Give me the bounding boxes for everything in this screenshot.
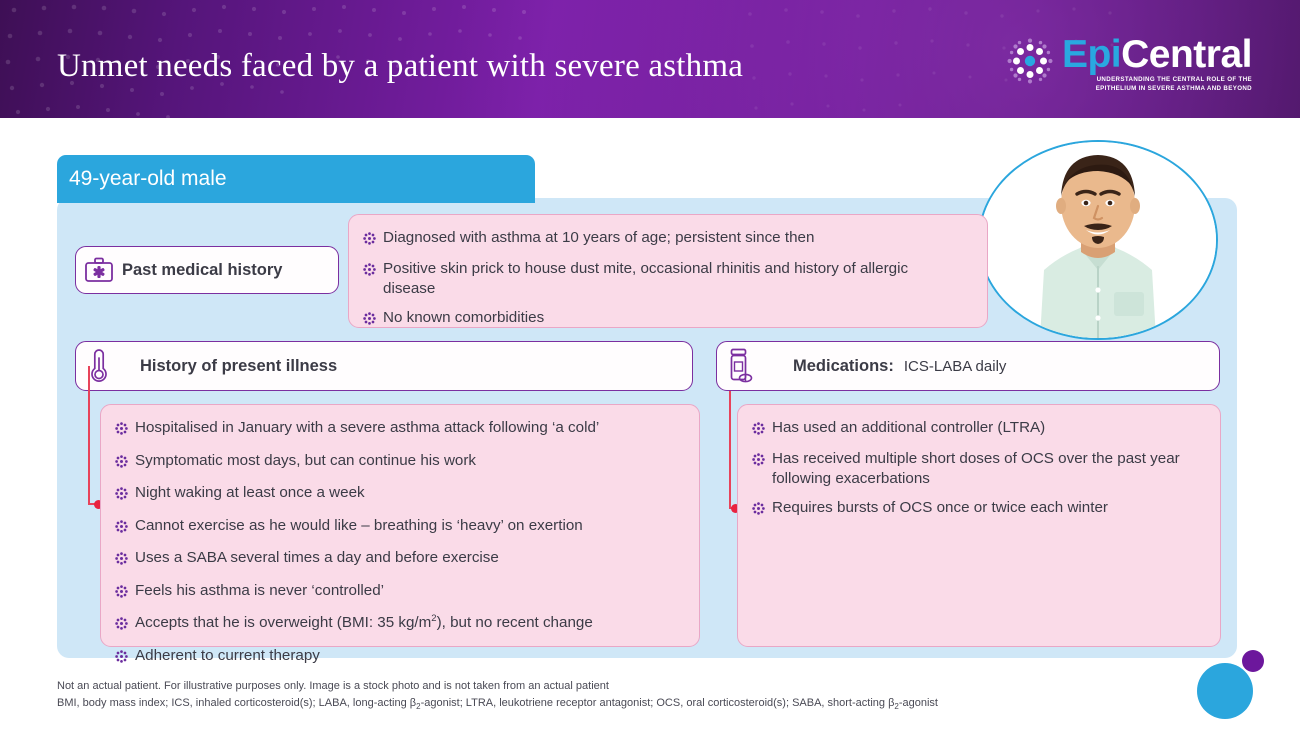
- bullet-dot-icon: [115, 584, 135, 603]
- list-item-text: Positive skin prick to house dust mite, …: [383, 260, 909, 298]
- bullet-dot-icon: [752, 422, 772, 440]
- list-item: Cannot exercise as he would like – breat…: [115, 516, 683, 538]
- connector-line-left: [88, 366, 90, 504]
- list-item-text: Diagnosed with asthma at 10 years of age…: [383, 229, 815, 246]
- logo-word-central: Central: [1121, 33, 1252, 76]
- list-item-text: Has used an additional controller (LTRA): [772, 419, 1046, 436]
- logo-tagline-line2: EPITHELIUM IN SEVERE ASTHMA AND BEYOND: [1095, 85, 1252, 93]
- page-title: Unmet needs faced by a patient with seve…: [57, 48, 744, 84]
- bullet-dot-icon: [363, 263, 383, 281]
- decorative-blue-circle: [1197, 663, 1253, 719]
- list-item-bmi: Accepts that he is overweight (BMI: 35 k…: [115, 613, 683, 635]
- pill-bottle-icon: [717, 348, 763, 384]
- history-of-present-illness-content: Hospitalised in January with a severe as…: [100, 404, 700, 664]
- footnote-disclaimer: Not an actual patient. For illustrative …: [57, 680, 609, 692]
- slide: Unmet needs faced by a patient with seve…: [0, 0, 1300, 731]
- list-item-text: Night waking at least once a week: [135, 484, 365, 501]
- list-item-text: Adherent to current therapy: [135, 646, 320, 664]
- list-item: Feels his asthma is never ‘controlled’: [115, 581, 683, 603]
- bullet-dot-icon: [752, 453, 772, 471]
- list-item-text: Hospitalised in January with a severe as…: [135, 419, 600, 436]
- list-item-text-bmi: Accepts that he is overweight (BMI: 35 k…: [135, 613, 593, 633]
- bmi-prefix: Accepts that he is overweight (BMI: 35 k…: [135, 614, 432, 632]
- list-item-text: Feels his asthma is never ‘controlled’: [135, 581, 385, 599]
- footnote-abbreviations: BMI, body mass index; ICS, inhaled corti…: [57, 695, 938, 714]
- medications-label: Medications:: [793, 356, 894, 375]
- list-item: Positive skin prick to house dust mite, …: [363, 259, 971, 299]
- epicentral-logo: EpiCentral UNDERSTANDING THE CENTRAL ROL…: [1007, 33, 1252, 96]
- list-item: Night waking at least once a week: [115, 483, 683, 505]
- bullet-dot-icon: [115, 617, 135, 635]
- list-item-text: Cannot exercise as he would like – breat…: [135, 516, 583, 534]
- list-item: Symptomatic most days, but can continue …: [115, 451, 683, 473]
- bullet-dot-icon: [115, 454, 135, 473]
- list-item: No known comorbidities: [363, 308, 971, 330]
- logo-word-epi: Epi: [1061, 33, 1122, 76]
- list-item: Has used an additional controller (LTRA): [752, 418, 1204, 440]
- list-item-text: Requires bursts of OCS once or twice eac…: [772, 499, 1108, 517]
- list-item: Hospitalised in January with a severe as…: [115, 418, 683, 440]
- list-item-text: Has received multiple short doses of OCS…: [772, 450, 1180, 488]
- patient-banner-label: 49-year-old male: [69, 167, 227, 190]
- list-item: Has received multiple short doses of OCS…: [752, 449, 1204, 489]
- bullet-dot-icon: [115, 487, 135, 505]
- patient-banner: 49-year-old male: [57, 155, 535, 203]
- medical-bag-icon: [76, 257, 122, 283]
- bullet-dot-icon: [115, 422, 135, 440]
- past-medical-history-bullet-list: Diagnosed with asthma at 10 years of age…: [363, 228, 971, 330]
- abbrev-part2: -agonist; LTRA, leukotriene receptor ant…: [420, 697, 895, 709]
- history-of-present-illness-label: History of present illness: [140, 356, 338, 375]
- bullet-dot-icon: [363, 232, 383, 250]
- list-item: Adherent to current therapy: [115, 646, 683, 668]
- medications-content: Has used an additional controller (LTRA)…: [737, 404, 1221, 647]
- medications-header: Medications: ICS-LABA daily: [716, 341, 1220, 391]
- abbrev-part3: -agonist: [898, 697, 938, 709]
- decorative-purple-circle: [1242, 650, 1264, 672]
- list-item-text: Uses a SABA several times a day and befo…: [135, 549, 499, 566]
- medications-bullet-list: Has used an additional controller (LTRA)…: [752, 418, 1204, 520]
- bmi-suffix: ), but no recent change: [436, 614, 593, 632]
- list-item: Uses a SABA several times a day and befo…: [115, 548, 683, 570]
- thermometer-icon: [76, 348, 122, 384]
- bullet-dot-icon: [752, 502, 772, 520]
- past-medical-history-header: Past medical history: [75, 246, 339, 294]
- abbrev-part1: BMI, body mass index; ICS, inhaled corti…: [57, 697, 417, 709]
- patient-photo-illustration: [980, 142, 1216, 338]
- history-of-present-illness-header: History of present illness: [75, 341, 693, 391]
- logo-tagline-line1: UNDERSTANDING THE CENTRAL ROLE OF THE: [1096, 76, 1252, 84]
- bullet-dot-icon: [363, 312, 383, 330]
- list-item: Diagnosed with asthma at 10 years of age…: [363, 228, 971, 250]
- history-of-present-illness-bullet-list: Hospitalised in January with a severe as…: [115, 418, 683, 668]
- medications-value: ICS-LABA daily: [903, 357, 1007, 375]
- bullet-dot-icon: [115, 552, 135, 570]
- epicentral-emblem-icon: [1007, 38, 1053, 84]
- list-item-text: Symptomatic most days, but can continue …: [135, 451, 477, 469]
- list-item: Requires bursts of OCS once or twice eac…: [752, 498, 1204, 520]
- bullet-dot-icon: [115, 649, 135, 668]
- bullet-dot-icon: [115, 519, 135, 538]
- patient-photo: [978, 140, 1218, 340]
- past-medical-history-label: Past medical history: [122, 260, 283, 279]
- past-medical-history-content: Diagnosed with asthma at 10 years of age…: [348, 214, 988, 328]
- list-item-text: No known comorbidities: [383, 309, 545, 327]
- slide-header: Unmet needs faced by a patient with seve…: [0, 0, 1300, 118]
